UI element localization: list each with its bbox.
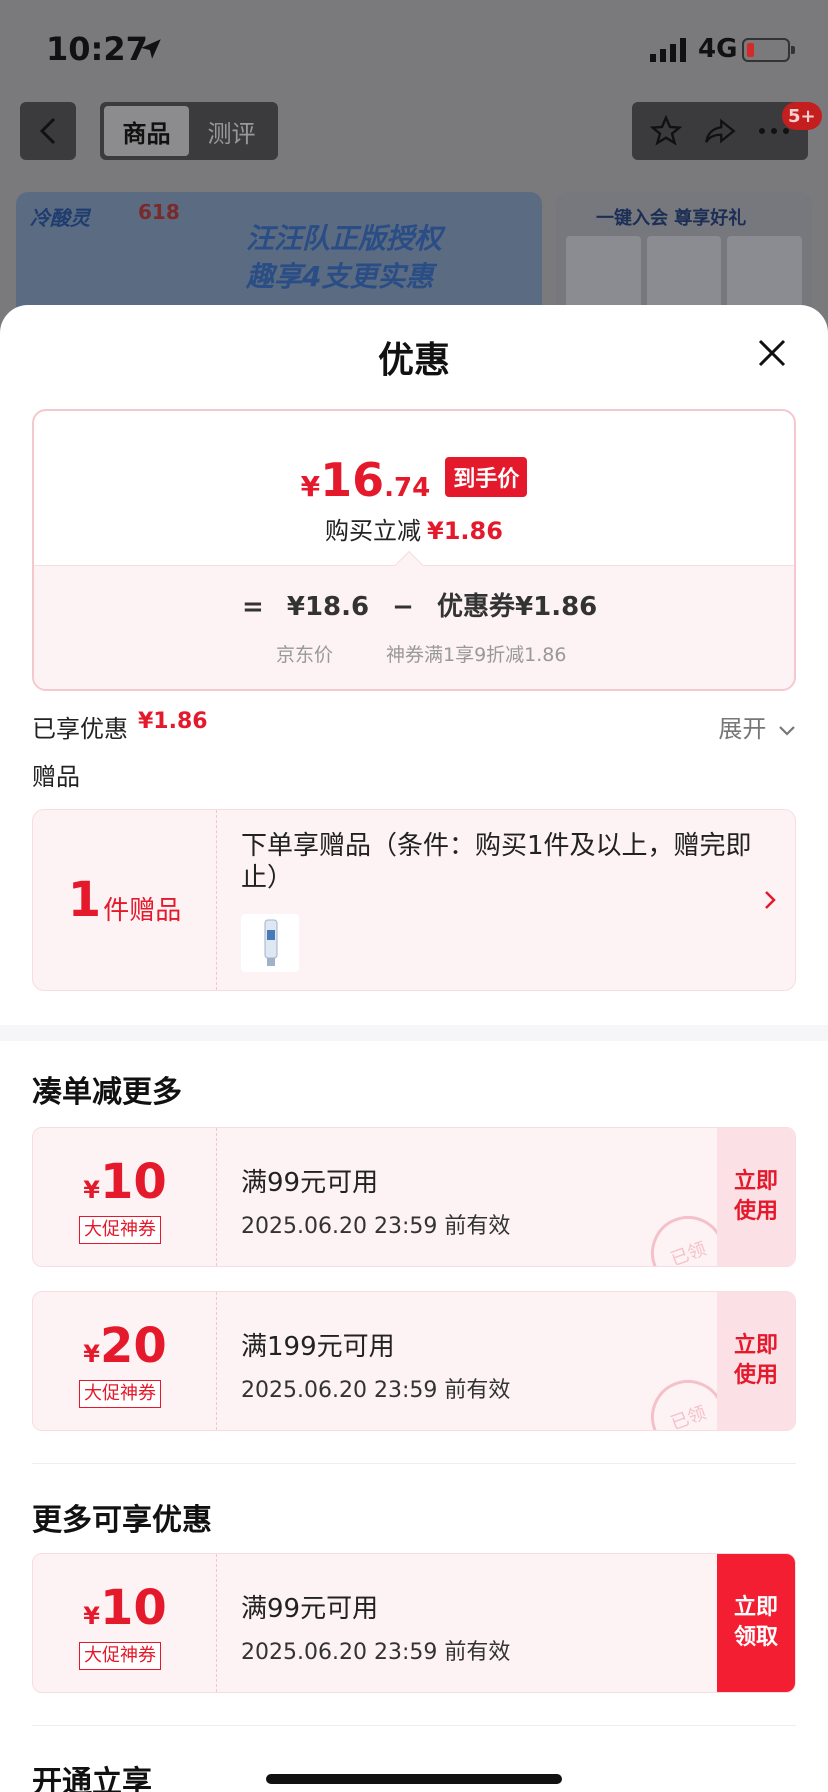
final-price: ¥16.74	[301, 453, 431, 507]
divider	[32, 1725, 796, 1726]
tab-switcher: 商品 测评	[100, 102, 278, 160]
section-title-more: 凑单减更多	[32, 1075, 182, 1110]
tab-product[interactable]: 商品	[104, 106, 189, 156]
expand-label: 展开	[718, 715, 767, 743]
buy-discount-value: ¥1.86	[427, 517, 503, 545]
network-label: 4G	[698, 34, 738, 64]
use-now-button[interactable]: 立即 使用	[717, 1292, 795, 1430]
price-breakdown-card: ¥16.74 到手价 购买立减 ¥1.86 = ¥18.6 − 优惠券¥1.86 …	[32, 409, 796, 691]
location-arrow-icon	[141, 39, 161, 59]
close-icon[interactable]	[756, 337, 788, 369]
coupon-currency: ¥	[83, 1602, 100, 1630]
coupon-expiry: 2025.06.20 23:59 前有效	[241, 1214, 511, 1239]
chevron-right-icon	[765, 891, 776, 909]
coupon-condition: 满99元可用	[241, 1168, 379, 1198]
coupon-expiry: 2025.06.20 23:59 前有效	[241, 1378, 511, 1403]
coupon-amount-number: 20	[99, 1318, 167, 1374]
gift-count-number: 1	[67, 872, 102, 928]
gift-count: 1 件赠品	[33, 810, 217, 990]
use-now-button[interactable]: 立即 使用	[717, 1128, 795, 1266]
coupon-card: ¥10 大促神券 满99元可用 2025.06.20 23:59 前有效 立即领…	[32, 1553, 796, 1693]
banner-headline-line2: 趣享4支更实惠	[246, 260, 434, 293]
coupon-expiry: 2025.06.20 23:59 前有效	[241, 1640, 511, 1665]
gift-thumbnail	[241, 914, 299, 972]
banner-headline: 汪汪队正版授权 趣享4支更实惠	[246, 220, 442, 296]
home-indicator[interactable]	[266, 1774, 562, 1784]
jd-price-caption: 京东价	[276, 644, 334, 666]
section-title-open: 开通立享	[32, 1765, 152, 1792]
sheet-title: 优惠	[377, 340, 450, 381]
star-icon[interactable]	[650, 115, 683, 147]
claim-now-button[interactable]: 立即 领取	[717, 1554, 795, 1692]
coupon-card: ¥10 大促神券 满99元可用 2025.06.20 23:59 前有效 已领 …	[32, 1127, 796, 1267]
enjoyed-value: ¥1.86	[138, 709, 208, 734]
formula-line: = ¥18.6 − 优惠券¥1.86	[242, 586, 611, 623]
coupon-deduction: 优惠券¥1.86	[437, 592, 598, 622]
gift-description: 下单享赠品（条件：购买1件及以上，赠完即止）	[241, 831, 752, 893]
price-decimal: .74	[384, 473, 431, 503]
coupon-currency: ¥	[83, 1340, 100, 1368]
coupon-currency: ¥	[83, 1176, 100, 1204]
coupon-condition: 满99元可用	[241, 1594, 379, 1624]
chevron-left-icon	[39, 117, 56, 145]
coupon-card: ¥20 大促神券 满199元可用 2025.06.20 23:59 前有效 已领…	[32, 1291, 796, 1431]
gift-section-title: 赠品	[32, 763, 80, 791]
formula-minus: −	[392, 592, 414, 622]
coupon-amount-number: 10	[99, 1154, 167, 1210]
enjoyed-label: 已享优惠	[32, 715, 128, 743]
jd-price: ¥18.6	[286, 592, 370, 622]
price-formula: = ¥18.6 − 优惠券¥1.86 京东价 神券满1享9折减1.86	[34, 550, 794, 689]
toothpaste-icon	[264, 919, 278, 966]
coupon-amount: ¥10	[33, 1154, 217, 1210]
coupon-amount-number: 10	[99, 1580, 167, 1636]
tab-review[interactable]: 测评	[189, 106, 274, 156]
expand-button[interactable]: 展开	[718, 709, 796, 744]
back-button[interactable]	[20, 102, 76, 160]
coupon-type: 大促神券	[79, 1216, 161, 1244]
status-bar: 10:27 4G	[0, 0, 828, 96]
more-icon[interactable]	[758, 126, 790, 136]
status-time: 10:27	[46, 30, 148, 68]
price-currency: ¥	[300, 470, 321, 503]
discount-sheet: 优惠 ¥16.74 到手价 购买立减 ¥1.86 = ¥18.6 − 优惠券¥1.…	[0, 305, 828, 1792]
chevron-down-icon	[779, 726, 795, 736]
banner-brand: 冷酸灵	[30, 206, 90, 230]
buy-discount-row: 购买立减 ¥1.86	[34, 511, 794, 546]
enjoyed-discount-row: 已享优惠 ¥1.86 展开	[32, 705, 796, 745]
coupon-type: 大促神券	[79, 1642, 161, 1670]
share-icon[interactable]	[703, 116, 737, 146]
coupon-amount: ¥20	[33, 1318, 217, 1374]
coupon-type: 大促神券	[79, 1380, 161, 1408]
coupon-condition: 满199元可用	[241, 1332, 395, 1362]
section-divider	[0, 1025, 828, 1041]
coupon-value: ¥20 大促神券	[33, 1292, 217, 1430]
section-title-extra: 更多可享优惠	[32, 1503, 212, 1538]
member-banner-title: 一键入会 尊享好礼	[596, 208, 747, 229]
gift-count-unit: 件赠品	[103, 895, 182, 926]
final-price-tag: 到手价	[445, 457, 528, 497]
coupon-caption: 神券满1享9折减1.86	[386, 644, 567, 666]
coupon-amount: ¥10	[33, 1580, 217, 1636]
coupon-value: ¥10 大促神券	[33, 1554, 217, 1692]
final-price-row: ¥16.74 到手价	[34, 453, 794, 507]
coupon-value: ¥10 大促神券	[33, 1128, 217, 1266]
banner-headline-line1: 汪汪队正版授权	[246, 222, 443, 255]
gift-card[interactable]: 1 件赠品 下单享赠品（条件：购买1件及以上，赠完即止）	[32, 809, 796, 991]
signal-icon	[650, 38, 686, 62]
price-integer: 16	[320, 453, 385, 507]
banner-618-badge: 618	[138, 200, 180, 224]
nav-actions	[632, 102, 808, 160]
notification-badge: 5+	[782, 102, 822, 130]
formula-equals: =	[242, 592, 264, 622]
divider	[32, 1463, 796, 1464]
battery-icon	[742, 38, 795, 62]
buy-discount-label: 购买立减	[325, 517, 422, 545]
background-page: 10:27 4G 商品 测评 5+ 冷酸灵 618 汪汪队正版授权 趣享4支更实…	[0, 0, 828, 352]
formula-notch	[394, 550, 424, 580]
top-nav: 商品 测评	[0, 100, 828, 164]
